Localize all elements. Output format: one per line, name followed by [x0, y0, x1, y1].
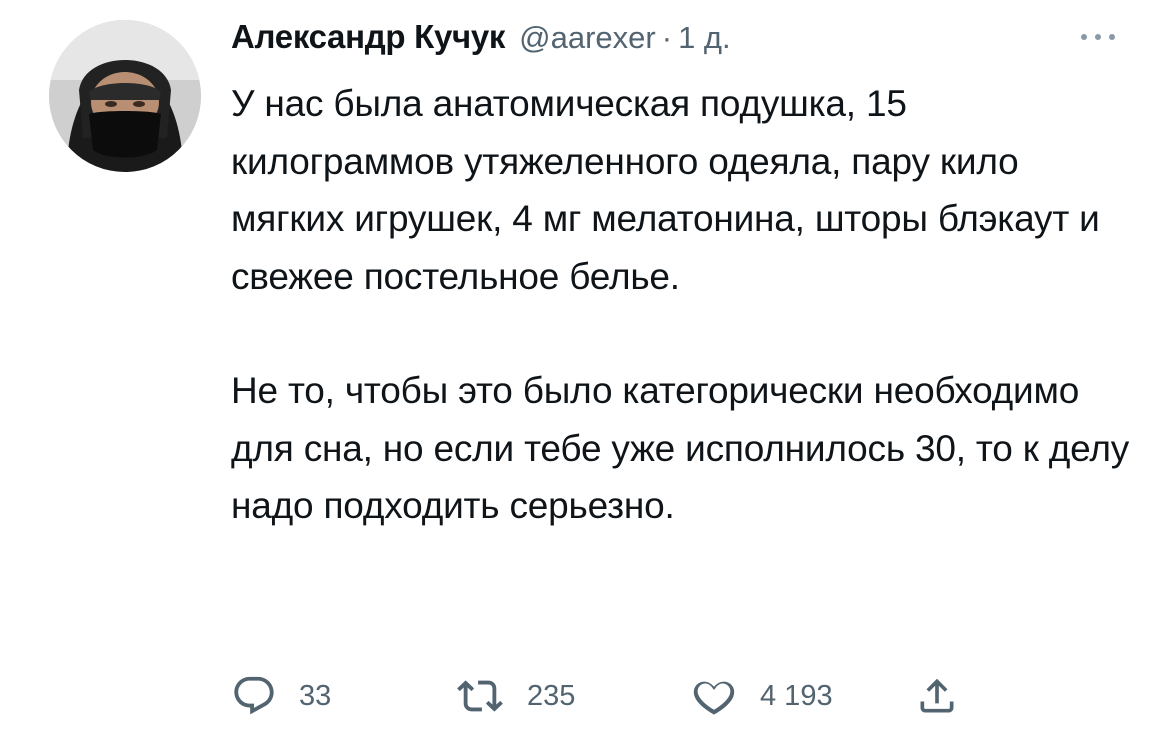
share-icon	[920, 678, 954, 713]
separator-dot: ·	[661, 20, 673, 55]
author-name[interactable]: Александр Кучук	[231, 18, 505, 56]
tweet-time[interactable]: 1 д.	[678, 20, 731, 56]
retweet-icon	[457, 680, 503, 712]
reply-count: 33	[299, 679, 332, 712]
tweet-paragraph: У нас была анатомическая подушка, 15 кил…	[231, 83, 1100, 297]
tweet: Александр Кучук @aarexer · 1 д. У нас бы…	[0, 0, 1170, 747]
retweet-button[interactable]: 235	[455, 670, 575, 722]
like-button[interactable]: 4 193	[690, 670, 833, 722]
tweet-paragraph: Не то, чтобы это было категорически необ…	[231, 370, 1130, 526]
tweet-text: У нас была анатомическая подушка, 15 кил…	[231, 75, 1131, 535]
avatar[interactable]	[49, 20, 201, 172]
more-icon[interactable]	[1072, 22, 1124, 52]
share-button[interactable]	[915, 670, 959, 722]
author-handle[interactable]: @aarexer	[519, 20, 656, 56]
avatar-image	[49, 20, 201, 172]
like-count: 4 193	[760, 679, 833, 712]
reply-icon	[234, 676, 274, 715]
tweet-header: Александр Кучук @aarexer · 1 д.	[231, 18, 731, 68]
tweet-actions: 33 235 4 193	[231, 670, 991, 722]
retweet-count: 235	[527, 679, 576, 712]
reply-button[interactable]: 33	[231, 670, 331, 722]
heart-icon	[693, 681, 735, 715]
